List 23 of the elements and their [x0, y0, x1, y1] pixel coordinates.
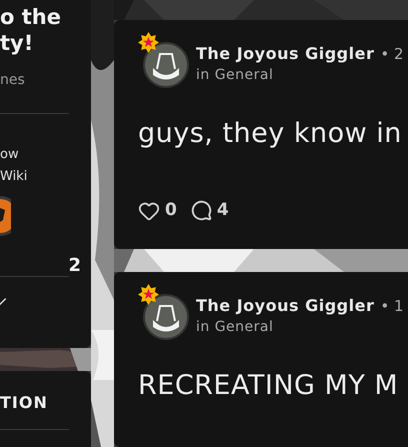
- post-title[interactable]: RECREATING MY M: [138, 366, 408, 407]
- section-heading: TION: [0, 392, 49, 414]
- member-count: 2: [68, 256, 81, 276]
- post-time: • 1: [380, 296, 404, 318]
- community-title: ty!: [0, 30, 34, 56]
- comment-icon[interactable]: [190, 200, 212, 222]
- description-text: Wiki: [0, 168, 28, 186]
- community-subtitle: nes: [0, 71, 26, 90]
- post-title[interactable]: guys, they know in: [138, 114, 408, 154]
- author-name[interactable]: The Joyous Giggler: [196, 42, 374, 66]
- star-badge-icon: [138, 284, 159, 306]
- post-category[interactable]: in General: [196, 318, 404, 336]
- post-time: • 2: [380, 44, 404, 65]
- avatar-icon: [143, 42, 189, 88]
- description-text: ow: [0, 146, 20, 164]
- avatar-icon: [143, 294, 189, 340]
- community-title: o the: [0, 4, 62, 30]
- star-badge-icon: [138, 32, 159, 53]
- like-count: 0: [165, 198, 177, 222]
- author-name[interactable]: The Joyous Giggler: [196, 294, 374, 318]
- comment-count: 4: [216, 198, 229, 222]
- heart-icon[interactable]: [138, 200, 160, 222]
- post-category[interactable]: in General: [196, 66, 404, 84]
